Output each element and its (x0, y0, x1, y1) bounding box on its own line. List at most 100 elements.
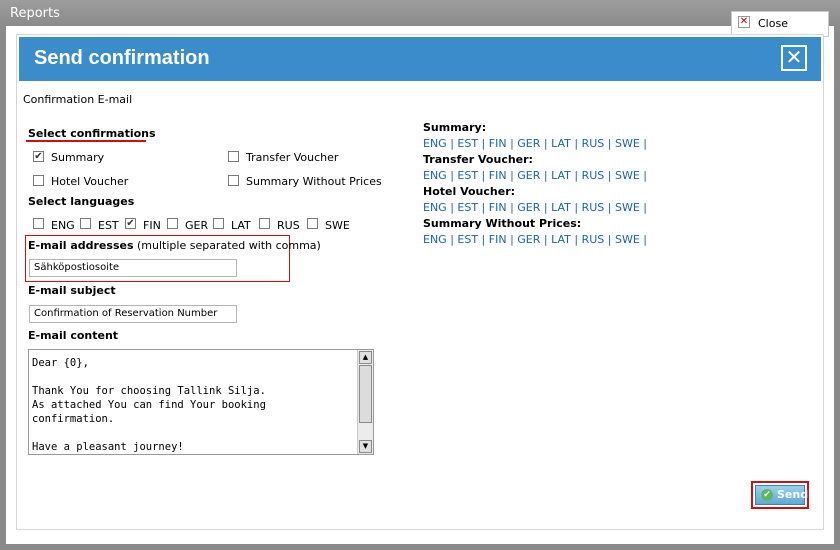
link-separator: | (639, 169, 647, 182)
transfer-voucher-label: Transfer Voucher (246, 151, 339, 164)
email-content-textarea[interactable]: Dear {0}, Thank You for choosing Tallink… (28, 349, 374, 455)
email-content-text: Dear {0}, Thank You for choosing Tallink… (32, 357, 266, 453)
link-separator: | (446, 201, 458, 214)
preview-link-ger[interactable]: GER (517, 137, 540, 150)
preview-link-lat[interactable]: LAT (551, 201, 571, 214)
lang-lat-checkbox[interactable] (213, 218, 224, 229)
link-separator: | (446, 137, 458, 150)
lang-rus-checkbox[interactable] (259, 218, 270, 229)
preview-link-swe[interactable]: SWE (615, 137, 640, 150)
link-separator: | (506, 137, 518, 150)
email-subject-label: E-mail subject (28, 284, 116, 297)
preview-link-eng[interactable]: ENG (423, 137, 447, 150)
email-addresses-input[interactable]: Sähköpostiosoite (29, 259, 237, 277)
preview-language-links: ENG | EST | FIN | GER | LAT | RUS | SWE … (423, 169, 647, 182)
link-separator: | (446, 169, 458, 182)
email-content-scrollbar[interactable]: ▲ ▼ (357, 350, 373, 454)
send-button-highlight: ✔ Send (751, 481, 809, 509)
lang-lat-label: LAT (231, 219, 251, 232)
email-addresses-hint: (multiple separated with comma) (137, 239, 321, 252)
preview-link-swe[interactable]: SWE (615, 169, 640, 182)
summary-label: Summary (51, 151, 105, 164)
link-separator: | (446, 233, 458, 246)
preview-heading: Summary Without Prices: (423, 217, 582, 230)
lang-eng-checkbox[interactable] (33, 218, 44, 229)
close-icon: ✕ (738, 16, 750, 28)
link-separator: | (604, 201, 615, 214)
link-separator: | (478, 169, 489, 182)
scroll-down-icon[interactable]: ▼ (359, 440, 372, 453)
lang-fin-checkbox[interactable]: ✔ (125, 218, 136, 229)
preview-link-fin[interactable]: FIN (489, 233, 507, 246)
link-separator: | (639, 233, 647, 246)
preview-link-rus[interactable]: RUS (582, 137, 605, 150)
preview-link-ger[interactable]: GER (517, 201, 540, 214)
link-separator: | (639, 201, 647, 214)
preview-link-est[interactable]: EST (457, 169, 478, 182)
preview-link-rus[interactable]: RUS (582, 233, 605, 246)
preview-language-links: ENG | EST | FIN | GER | LAT | RUS | SWE … (423, 137, 647, 150)
preview-link-ger[interactable]: GER (517, 169, 540, 182)
send-label: Send (777, 488, 809, 501)
dialog-subtitle: Confirmation E-mail (23, 93, 133, 106)
preview-link-eng[interactable]: ENG (423, 169, 447, 182)
preview-language-links: ENG | EST | FIN | GER | LAT | RUS | SWE … (423, 233, 647, 246)
preview-link-fin[interactable]: FIN (489, 137, 507, 150)
link-separator: | (478, 201, 489, 214)
lang-swe-label: SWE (325, 219, 350, 232)
link-separator: | (540, 137, 552, 150)
preview-link-eng[interactable]: ENG (423, 201, 447, 214)
link-separator: | (540, 169, 552, 182)
email-addresses-label-text: E-mail addresses (28, 239, 134, 252)
select-languages-heading: Select languages (28, 195, 135, 208)
preview-link-fin[interactable]: FIN (489, 169, 507, 182)
lang-ger-label: GER (185, 219, 209, 232)
link-separator: | (506, 201, 518, 214)
summary-checkbox[interactable]: ✔ (33, 151, 44, 162)
preview-link-ger[interactable]: GER (517, 233, 540, 246)
preview-link-rus[interactable]: RUS (582, 169, 605, 182)
preview-link-est[interactable]: EST (457, 233, 478, 246)
lang-swe-checkbox[interactable] (307, 218, 318, 229)
lang-eng-label: ENG (51, 219, 75, 232)
preview-link-est[interactable]: EST (457, 137, 478, 150)
preview-link-rus[interactable]: RUS (582, 201, 605, 214)
preview-link-est[interactable]: EST (457, 201, 478, 214)
dialog-close-button[interactable]: ✕ (781, 45, 807, 71)
summary-without-prices-checkbox[interactable] (228, 175, 239, 186)
scroll-up-icon[interactable]: ▲ (359, 351, 372, 364)
link-separator: | (570, 137, 582, 150)
summary-without-prices-label: Summary Without Prices (246, 175, 382, 188)
scroll-thumb[interactable] (359, 365, 372, 423)
send-button[interactable]: ✔ Send (755, 485, 809, 505)
hotel-voucher-checkbox[interactable] (33, 175, 44, 186)
preview-link-swe[interactable]: SWE (615, 233, 640, 246)
link-separator: | (570, 169, 582, 182)
preview-link-lat[interactable]: LAT (551, 233, 571, 246)
email-addresses-label: E-mail addresses (multiple separated wit… (28, 239, 321, 252)
link-separator: | (540, 201, 552, 214)
preview-link-lat[interactable]: LAT (551, 169, 571, 182)
dialog-title: Send confirmation (34, 47, 210, 69)
dialog-header: Send confirmation ✕ (19, 37, 821, 81)
preview-link-fin[interactable]: FIN (489, 201, 507, 214)
transfer-voucher-checkbox[interactable] (228, 151, 239, 162)
link-separator: | (639, 137, 647, 150)
window-title: Reports (0, 0, 840, 26)
lang-est-checkbox[interactable] (80, 218, 91, 229)
preview-link-swe[interactable]: SWE (615, 201, 640, 214)
email-content-label: E-mail content (28, 329, 119, 342)
select-confirmations-heading: Select confirmations (28, 127, 156, 140)
lang-ger-checkbox[interactable] (167, 218, 178, 229)
send-confirmation-dialog: Send confirmation ✕ Confirmation E-mail … (16, 34, 824, 530)
preview-link-eng[interactable]: ENG (423, 233, 447, 246)
link-separator: | (570, 233, 582, 246)
lang-est-label: EST (98, 219, 119, 232)
preview-link-lat[interactable]: LAT (551, 137, 571, 150)
preview-heading: Transfer Voucher: (423, 153, 533, 166)
link-separator: | (506, 233, 518, 246)
hotel-voucher-label: Hotel Voucher (51, 175, 129, 188)
email-subject-input[interactable]: Confirmation of Reservation Number 3364: (29, 305, 237, 323)
preview-heading: Summary: (423, 121, 487, 134)
link-separator: | (478, 233, 489, 246)
